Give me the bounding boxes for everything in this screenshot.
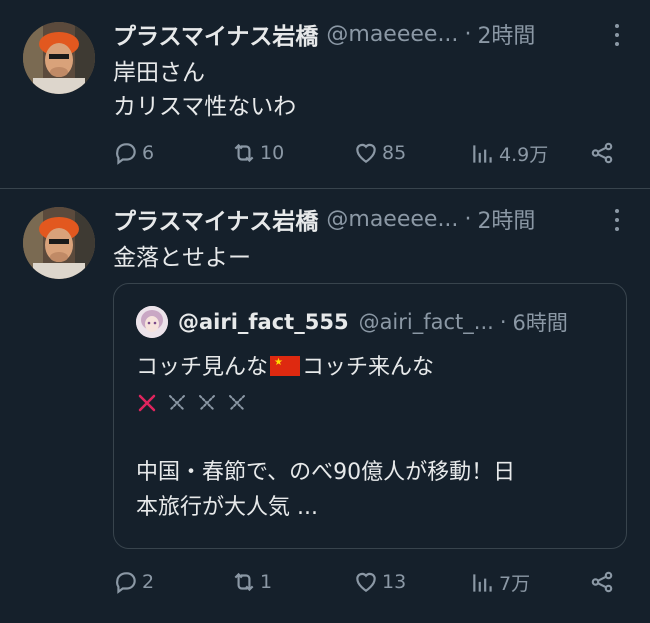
action-bar: 2 1 13 7万 [0, 569, 650, 601]
red-cross-icon [138, 394, 156, 411]
timestamp[interactable]: 2時間 [477, 203, 535, 235]
tweet[interactable]: プラスマイナス岩橋 @maeeee... · 2時間 金落とせよー @airi_… [0, 189, 650, 623]
gray-cross-icon [169, 394, 185, 411]
share-icon [591, 142, 613, 164]
like-count: 85 [382, 142, 407, 164]
display-name[interactable]: プラスマイナス岩橋 [113, 17, 318, 51]
gray-cross-icon [199, 394, 215, 411]
view-count: 7万 [499, 573, 531, 595]
quoted-line: コッチ見んな ★ コッチ来んな [136, 350, 616, 385]
reply-icon [116, 143, 136, 165]
like-count: 13 [382, 571, 407, 593]
quoted-text-part: コッチ見んな [136, 355, 269, 380]
user-handle[interactable]: @maeeee... [326, 22, 458, 47]
reply-icon [116, 572, 136, 594]
more-options-icon[interactable] [614, 209, 620, 236]
share-button[interactable] [589, 140, 618, 166]
tweet-line: カリスマ性ないわ [113, 94, 297, 120]
tweet-line: 岸田さん [113, 60, 205, 86]
quoted-text: コッチ見んな ★ コッチ来んな 中国・春節で、のべ90億人が移動！日 本旅行が大人気… [136, 350, 616, 525]
quoted-line: 中国・春節で、のべ90億人が移動！日 [136, 460, 516, 485]
quoted-handle[interactable]: @airi_fact_... [359, 310, 494, 334]
quoted-tweet[interactable]: @airi_fact_555 @airi_fact_... · 6時間 コッチ見… [113, 283, 627, 549]
share-button[interactable] [589, 569, 618, 595]
cross-marks [136, 385, 616, 420]
views-chart-icon [473, 144, 492, 163]
tweet-text: 岸田さん カリスマ性ないわ [113, 56, 296, 124]
views-button[interactable]: 4.9万 [470, 140, 548, 167]
quoted-text-part: コッチ来んな [302, 355, 435, 380]
tweet-line: 金落とせよー [113, 245, 251, 271]
separator-dot: · [464, 206, 472, 232]
retweet-icon [234, 143, 254, 163]
retweet-icon [234, 572, 254, 592]
action-bar: 6 10 85 4.9万 [0, 140, 650, 172]
view-count: 4.9万 [499, 144, 549, 166]
like-button[interactable]: 13 [353, 569, 406, 595]
quoted-timestamp[interactable]: 6時間 [513, 307, 568, 337]
china-flag-icon: ★ [270, 356, 301, 376]
reply-count: 2 [142, 571, 155, 593]
heart-icon [356, 572, 376, 592]
views-chart-icon [473, 573, 492, 592]
retweet-button[interactable]: 1 [231, 569, 272, 595]
avatar[interactable] [23, 22, 95, 94]
heart-icon [356, 143, 376, 163]
tweet-header: プラスマイナス岩橋 @maeeee... · 2時間 [113, 17, 535, 51]
like-button[interactable]: 85 [353, 140, 406, 166]
more-options-icon[interactable] [614, 24, 620, 51]
share-icon [591, 571, 613, 593]
tweet-text: 金落とせよー [113, 241, 251, 275]
retweet-count: 10 [260, 142, 285, 164]
separator-dot: · [464, 21, 472, 47]
quoted-display-name[interactable]: @airi_fact_555 [178, 310, 349, 334]
reply-button[interactable]: 6 [113, 140, 154, 166]
reply-button[interactable]: 2 [113, 569, 154, 595]
separator-dot: · [499, 310, 507, 334]
tweet[interactable]: プラスマイナス岩橋 @maeeee... · 2時間 岸田さん カリスマ性ないわ… [0, 0, 650, 188]
timestamp[interactable]: 2時間 [477, 18, 535, 50]
retweet-button[interactable]: 10 [231, 140, 284, 166]
quoted-header: @airi_fact_555 @airi_fact_... · 6時間 [178, 306, 568, 338]
gray-cross-icon [229, 394, 245, 411]
quoted-line: 本旅行が大人気 ... [136, 495, 318, 520]
views-button[interactable]: 7万 [470, 569, 530, 596]
quoted-avatar[interactable] [136, 306, 168, 338]
reply-count: 6 [142, 142, 155, 164]
tweet-header: プラスマイナス岩橋 @maeeee... · 2時間 [113, 202, 535, 236]
user-handle[interactable]: @maeeee... [326, 207, 458, 232]
display-name[interactable]: プラスマイナス岩橋 [113, 202, 318, 236]
retweet-count: 1 [260, 571, 273, 593]
avatar[interactable] [23, 207, 95, 279]
